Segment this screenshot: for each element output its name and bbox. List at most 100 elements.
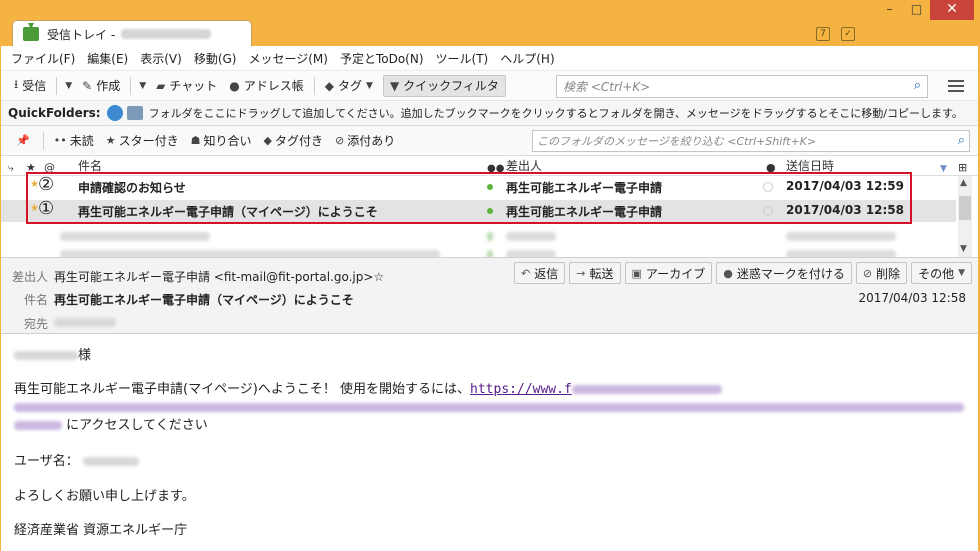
main-toolbar: ⭳ 受信 ▼ ✎ 作成 ▼ ▰ チャット ● アドレス帳 ◆ タグ ▼ ▼ クイ… [0,70,980,100]
scrollbar-thumb[interactable] [959,196,971,220]
filter-contact-label: 知り合い [203,134,252,148]
scroll-down-icon[interactable]: ▼ [960,244,967,254]
forward-icon: → [576,266,586,280]
tag-button[interactable]: ◆ タグ ▼ [319,75,383,97]
menu-view[interactable]: 表示(V) [134,50,188,67]
annotation-highlight-box [26,172,912,224]
salutation: 様 [14,344,91,363]
junk-label: 迷惑マークを付ける [736,266,845,281]
menu-go[interactable]: 移動(G) [188,50,243,67]
filter-unread-label: 未読 [69,134,94,148]
forward-button[interactable]: → 転送 [569,262,621,284]
chat-label: チャット [169,79,218,93]
quickfolders-hint: フォルダをここにドラッグして追加してください。追加したブックマークをクリックする… [148,107,963,120]
delete-icon: ⊘ [862,266,873,280]
tasks-icon[interactable]: ✓ [841,27,855,41]
quick-filter-label: クイックフィルタ [403,79,499,93]
title-bar: 受信トレイ - 7 ✓ – □ ✕ [0,0,980,47]
minimize-button[interactable]: – [876,0,903,20]
download-icon: ⭳ [14,77,19,91]
delete-button[interactable]: ⊘ 削除 [855,262,908,284]
junk-button[interactable]: ● 迷惑マークを付ける [716,262,852,284]
menu-message[interactable]: メッセージ(M) [242,50,333,67]
filter-starred[interactable]: ★ スター付き [100,132,185,149]
filter-attachment-label: 添付あり [347,134,396,148]
search-icon: ⌕ [913,78,921,93]
username-redacted [82,457,139,466]
search-input[interactable]: 検索 <Ctrl+K> ⌕ [556,75,928,98]
menu-help[interactable]: ヘルプ(H) [494,50,560,67]
close-button[interactable]: ✕ [930,0,974,20]
separator [130,76,132,95]
chat-button[interactable]: ▰ チャット [150,75,223,97]
mypage-link[interactable]: https://www.f [470,382,572,397]
sticky-filter-pin-icon[interactable]: 📌 [10,134,39,147]
unread-icon: •• [53,134,67,147]
to-value-redacted[interactable] [54,318,116,327]
tab-inbox[interactable]: 受信トレイ - [12,20,252,47]
column-picker-icon[interactable]: ⊞ [958,161,967,174]
menu-tools[interactable]: ツール(T) [430,50,495,67]
quickfolders-bar: QuickFolders: フォルダをここにドラッグして追加してください。追加し… [0,100,980,126]
separator [313,76,315,95]
address-book-button[interactable]: ● アドレス帳 [223,75,310,97]
menu-events[interactable]: 予定とToDo(N) [334,50,430,67]
reply-button[interactable]: ↶ 返信 [514,262,566,284]
body-link-continuation[interactable] [14,400,964,415]
sort-direction-icon[interactable]: ▼ [940,164,947,174]
person-icon: ● [229,78,240,93]
filter-unread[interactable]: •• 未読 [48,132,100,149]
link-end-redacted[interactable] [14,421,62,430]
more-button[interactable]: その他 ▼ [911,262,972,284]
get-mail-dropdown-icon[interactable]: ▼ [61,81,76,91]
thread-column-icon[interactable]: ⤷ [8,163,14,174]
separator [42,131,44,150]
address-book-label: アドレス帳 [243,79,304,93]
quickfolders-folder-icon[interactable] [126,106,143,120]
tab-account-redacted [121,29,212,39]
reply-icon: ↶ [521,266,531,280]
thread-scrollbar[interactable]: ▲ ▼ [958,176,972,257]
thread-pane: ⤷ ★ @ 件名 ●● 差出人 ● 送信日時 ▼ ⊞ ★ ② 申請確認のお知らせ… [0,156,980,258]
tag-label: タグ [338,79,363,93]
archive-button[interactable]: ▣ アーカイブ [624,262,713,284]
thread-row-redacted[interactable] [0,244,956,257]
quickfolders-refresh-icon[interactable] [106,105,123,121]
delete-label: 削除 [876,266,901,281]
signature: 経済産業省 資源エネルギー庁 [14,523,188,538]
paperclip-icon: ⊘ [334,134,345,147]
write-label: 作成 [96,79,121,93]
menu-file[interactable]: ファイル(F) [5,50,81,67]
thread-row-redacted[interactable] [0,224,956,246]
filter-contact[interactable]: ☗ 知り合い [185,132,258,149]
body-line-2: にアクセスしてください [14,414,208,433]
reply-label: 返信 [534,266,559,281]
star-icon: ★ [105,134,116,147]
message-body: 様 再生可能エネルギー電子申請(マイページ)へようこそ！ 使用を開始するには、h… [0,334,980,551]
write-dropdown-icon[interactable]: ▼ [135,81,150,91]
quick-filter-button[interactable]: ▼ クイックフィルタ [382,74,506,97]
link-continuation-redacted[interactable] [14,403,964,412]
search-placeholder: 検索 <Ctrl+K> [563,80,651,94]
app-menu-icon[interactable] [948,77,964,95]
filter-messages-input[interactable]: このフォルダのメッセージを絞り込む <Ctrl+Shift+K> ⌕ [532,130,970,152]
menu-edit[interactable]: 編集(E) [81,50,134,67]
pencil-icon: ✎ [82,78,93,93]
filter-tagged[interactable]: ◆ タグ付き [257,132,328,149]
calendar-icon[interactable]: 7 [816,27,830,41]
filter-attachment[interactable]: ⊘ 添付あり [329,132,401,149]
username-label: ユーザ名： [14,454,79,469]
message-actions: ↶ 返信 → 転送 ▣ アーカイブ ● 迷惑マークを付ける ⊘ 削除 その他 ▼ [510,262,972,284]
get-mail-button[interactable]: ⭳ 受信 [8,75,52,97]
chevron-down-icon: ▼ [958,268,965,278]
maximize-button[interactable]: □ [903,0,930,20]
archive-label: アーカイブ [645,266,706,281]
from-label: 差出人 [12,270,49,284]
menu-bar: ファイル(F) 編集(E) 表示(V) 移動(G) メッセージ(M) 予定とTo… [0,46,980,70]
from-value[interactable]: 再生可能エネルギー電子申請 <fit-mail@fit-portal.go.jp… [54,268,384,285]
link-redacted[interactable] [571,385,722,394]
tag-icon: ◆ [263,134,272,147]
contact-icon: ☗ [190,134,201,147]
scroll-up-icon[interactable]: ▲ [960,178,967,188]
write-button[interactable]: ✎ 作成 [76,75,126,97]
